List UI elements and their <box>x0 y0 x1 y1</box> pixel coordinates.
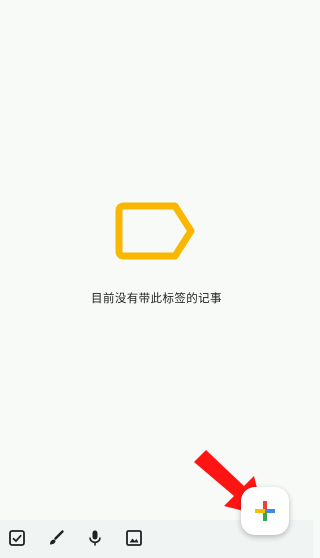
brush-icon <box>50 530 64 545</box>
checkbox-icon <box>9 530 25 546</box>
label-outline-icon <box>115 202 195 260</box>
empty-message: 目前没有带此标签的记事 <box>91 291 222 305</box>
image-icon <box>126 530 142 546</box>
new-checklist-button[interactable] <box>5 526 29 550</box>
new-drawing-button[interactable] <box>44 526 68 550</box>
new-image-note-button[interactable] <box>122 526 146 550</box>
microphone-icon <box>89 530 101 546</box>
new-audio-note-button[interactable] <box>83 526 107 550</box>
plus-icon <box>255 501 275 521</box>
new-note-fab[interactable] <box>241 487 289 535</box>
